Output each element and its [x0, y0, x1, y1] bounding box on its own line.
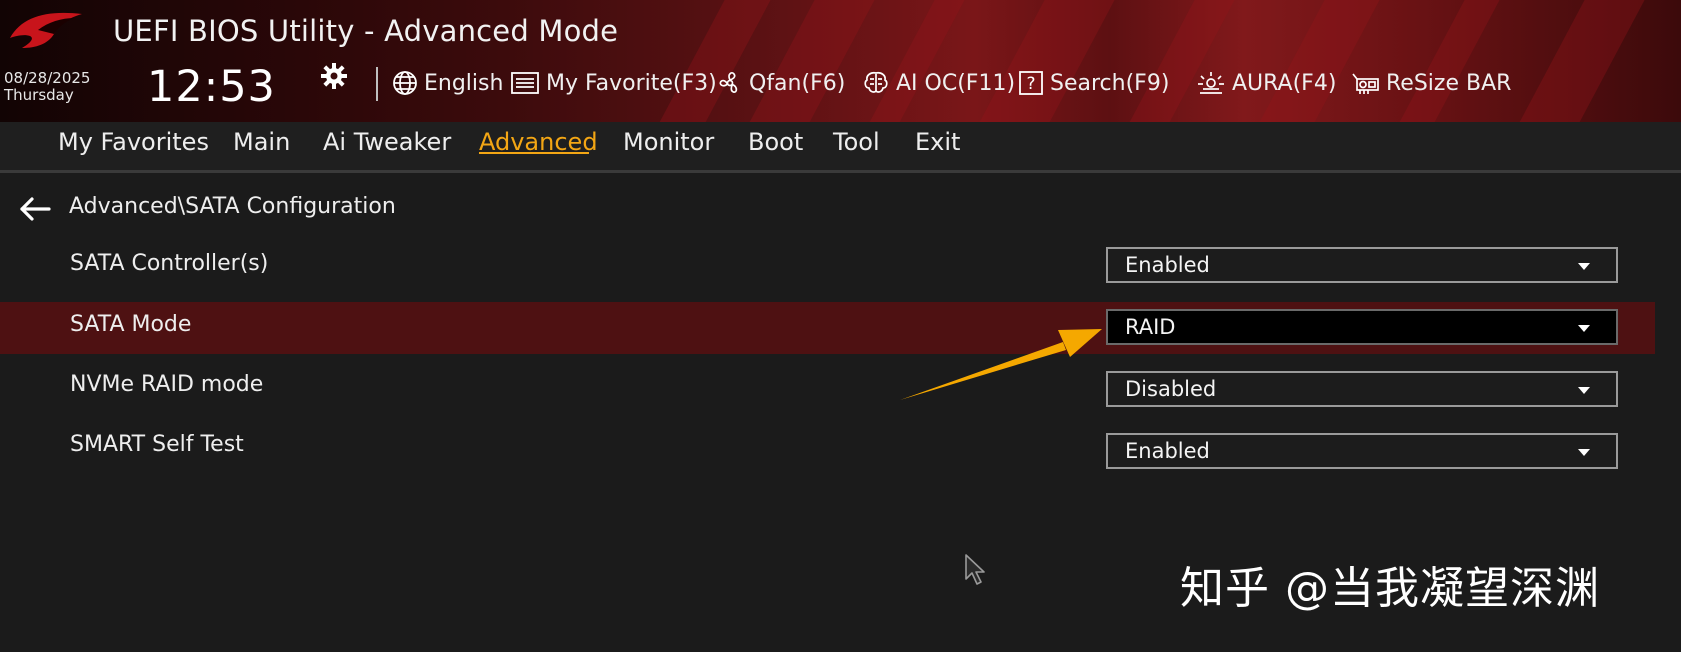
nav-divider	[0, 170, 1681, 173]
nvme-raid-mode-dropdown[interactable]: Disabled	[1106, 371, 1618, 407]
dropdown-value: Disabled	[1125, 377, 1217, 401]
my-favorite-button[interactable]: My Favorite(F3)	[510, 66, 717, 100]
chevron-down-icon	[1578, 325, 1590, 332]
aura-label: AURA(F4)	[1232, 70, 1337, 96]
header-decoration	[1504, 0, 1656, 122]
header-decoration	[1384, 0, 1511, 122]
dropdown-value: Enabled	[1125, 439, 1210, 463]
language-button[interactable]: English	[392, 66, 503, 100]
search-label: Search(F9)	[1050, 70, 1170, 96]
globe-icon	[393, 71, 417, 95]
question-box-icon: ?	[1019, 71, 1043, 95]
tab-main[interactable]: Main	[233, 128, 290, 156]
setting-label: SMART Self Test	[70, 432, 244, 457]
day-text: Thursday	[4, 86, 74, 104]
search-button[interactable]: ? Search(F9)	[1018, 66, 1169, 100]
fan-icon	[719, 71, 738, 93]
watermark-text: 知乎 @当我凝望深渊	[1180, 563, 1600, 614]
tab-my-favorites[interactable]: My Favorites	[58, 128, 209, 156]
gear-icon[interactable]	[320, 62, 348, 90]
header-decoration	[964, 0, 1126, 122]
chevron-down-icon	[1578, 263, 1590, 270]
ai-oc-button[interactable]: AI OC(F11)	[862, 66, 1015, 100]
aura-light-icon	[1198, 72, 1224, 94]
bios-window: UEFI BIOS Utility - Advanced Mode 08/28/…	[0, 0, 1681, 652]
language-label: English	[424, 70, 504, 96]
tab-exit[interactable]: Exit	[915, 128, 960, 156]
header-banner: UEFI BIOS Utility - Advanced Mode 08/28/…	[0, 0, 1681, 122]
qfan-button[interactable]: Qfan(F6)	[717, 66, 845, 100]
active-tab-indicator	[479, 152, 589, 154]
tab-tool[interactable]: Tool	[833, 128, 880, 156]
sata-controller-dropdown[interactable]: Enabled	[1106, 247, 1618, 283]
clock-display: 12:53	[147, 62, 276, 112]
setting-label: SATA Controller(s)	[70, 251, 269, 276]
list-icon	[511, 72, 539, 94]
rog-eye-logo	[10, 12, 82, 48]
smart-self-test-dropdown[interactable]: Enabled	[1106, 433, 1618, 469]
sata-mode-dropdown[interactable]: RAID	[1106, 309, 1618, 345]
tab-boot[interactable]: Boot	[748, 128, 803, 156]
tab-monitor[interactable]: Monitor	[623, 128, 714, 156]
toolbar-divider	[376, 67, 378, 101]
back-arrow-icon[interactable]	[18, 196, 52, 222]
tab-ai-tweaker[interactable]: Ai Tweaker	[323, 128, 451, 156]
chevron-down-icon	[1578, 387, 1590, 394]
qfan-label: Qfan(F6)	[749, 70, 846, 96]
my-favorite-label: My Favorite(F3)	[546, 70, 717, 96]
dropdown-value: Enabled	[1125, 253, 1210, 277]
header-decoration	[1244, 0, 1391, 122]
main-tab-bar: My Favorites Main Ai Tweaker Advanced Mo…	[0, 122, 1681, 170]
chevron-down-icon	[1578, 449, 1590, 456]
setting-label: NVMe RAID mode	[70, 372, 264, 397]
app-title: UEFI BIOS Utility - Advanced Mode	[113, 14, 619, 48]
header-decoration	[854, 0, 976, 122]
date-text: 08/28/2025	[4, 69, 91, 87]
dropdown-value: RAID	[1125, 315, 1176, 339]
resize-bar-button[interactable]: ReSize BAR	[1350, 66, 1511, 100]
aura-button[interactable]: AURA(F4)	[1196, 66, 1336, 100]
mouse-cursor-icon	[965, 554, 985, 585]
brain-icon	[864, 71, 888, 93]
header-decoration	[1114, 0, 1246, 122]
resize-bar-label: ReSize BAR	[1386, 70, 1512, 96]
breadcrumb: Advanced\SATA Configuration	[69, 194, 396, 219]
ai-oc-label: AI OC(F11)	[896, 70, 1016, 96]
gpu-card-icon	[1352, 73, 1379, 94]
svg-text:?: ?	[1026, 74, 1035, 94]
setting-label: SATA Mode	[70, 312, 192, 337]
date-display: 08/28/2025 Thursday	[4, 70, 90, 104]
